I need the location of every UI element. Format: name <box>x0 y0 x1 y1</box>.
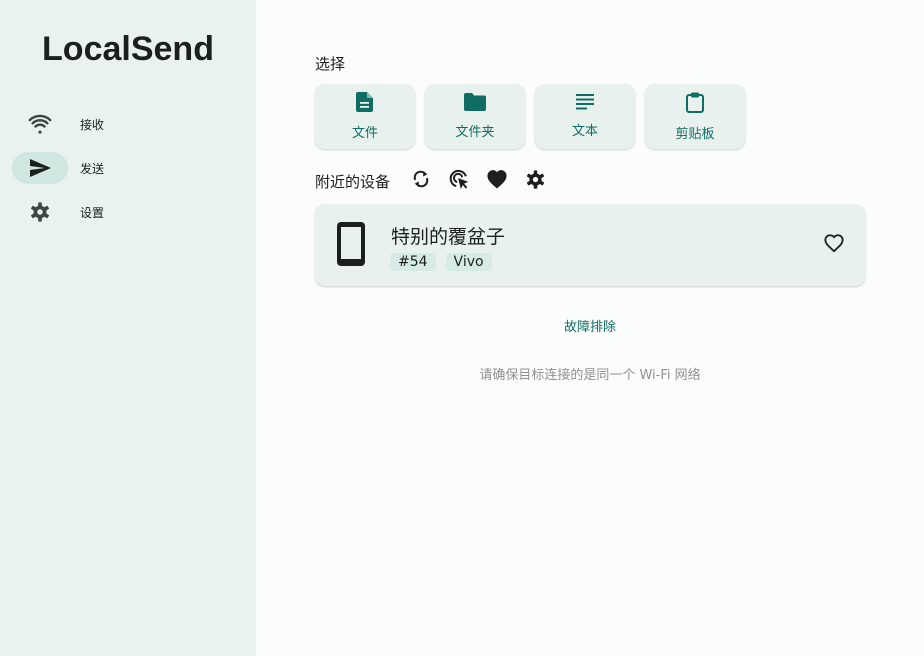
sidebar-item-settings[interactable]: 设置 <box>12 196 242 228</box>
device-card[interactable]: 特别的覆盆子 #54 Vivo <box>315 204 865 286</box>
nearby-title: 附近的设备 <box>315 172 391 191</box>
favorite-device-button[interactable] <box>821 232 847 258</box>
main-panel: 选择 文件 文件夹 文本 剪贴板 附近的设备 特别的覆盆子 #54 Vivo 故… <box>256 0 924 656</box>
sidebar-item-receive[interactable]: 接收 <box>12 108 242 140</box>
scan-button[interactable] <box>440 168 478 194</box>
sidebar: LocalSend 接收 发送 设置 <box>0 0 256 656</box>
device-tag: Vivo <box>445 253 492 271</box>
heart-filled-icon <box>486 169 508 193</box>
app-title: LocalSend <box>42 30 214 68</box>
refresh-icon <box>411 169 431 193</box>
pick-folder-label: 文件夹 <box>455 125 495 140</box>
scan-cursor-icon <box>448 168 470 194</box>
troubleshoot-link[interactable]: 故障排除 <box>256 316 924 335</box>
favorites-button[interactable] <box>478 168 516 194</box>
selection-title: 选择 <box>315 55 346 73</box>
file-icon <box>356 92 374 116</box>
send-icon <box>12 152 68 184</box>
pick-file-label: 文件 <box>351 126 378 141</box>
text-icon <box>576 94 594 114</box>
folder-icon <box>464 93 486 115</box>
sidebar-item-send[interactable]: 发送 <box>12 152 242 184</box>
sidebar-item-label: 发送 <box>80 161 105 176</box>
device-tags: #54 Vivo <box>390 253 492 271</box>
device-tag: #54 <box>390 253 436 271</box>
device-name: 特别的覆盆子 <box>391 226 506 248</box>
nearby-settings-button[interactable] <box>516 168 554 194</box>
selection-buttons: 文件 文件夹 文本 剪贴板 <box>315 84 745 149</box>
smartphone-icon <box>337 222 365 270</box>
gear-icon <box>12 196 68 228</box>
refresh-button[interactable] <box>402 168 440 194</box>
gear-icon <box>525 169 546 194</box>
wifi-icon <box>12 108 68 140</box>
clipboard-icon <box>686 92 704 117</box>
sidebar-item-label: 设置 <box>80 205 105 220</box>
sidebar-item-label: 接收 <box>80 117 105 132</box>
pick-text-button[interactable]: 文本 <box>535 84 635 149</box>
pick-text-label: 文本 <box>571 124 598 139</box>
heart-outline-icon <box>823 233 845 257</box>
pick-file-button[interactable]: 文件 <box>315 84 415 149</box>
pick-clipboard-label: 剪贴板 <box>675 126 715 142</box>
network-hint: 请确保目标连接的是同一个 Wi-Fi 网络 <box>479 368 701 383</box>
nearby-toolbar: 附近的设备 <box>315 168 554 194</box>
pick-clipboard-button[interactable]: 剪贴板 <box>645 84 745 149</box>
pick-folder-button[interactable]: 文件夹 <box>425 84 525 149</box>
